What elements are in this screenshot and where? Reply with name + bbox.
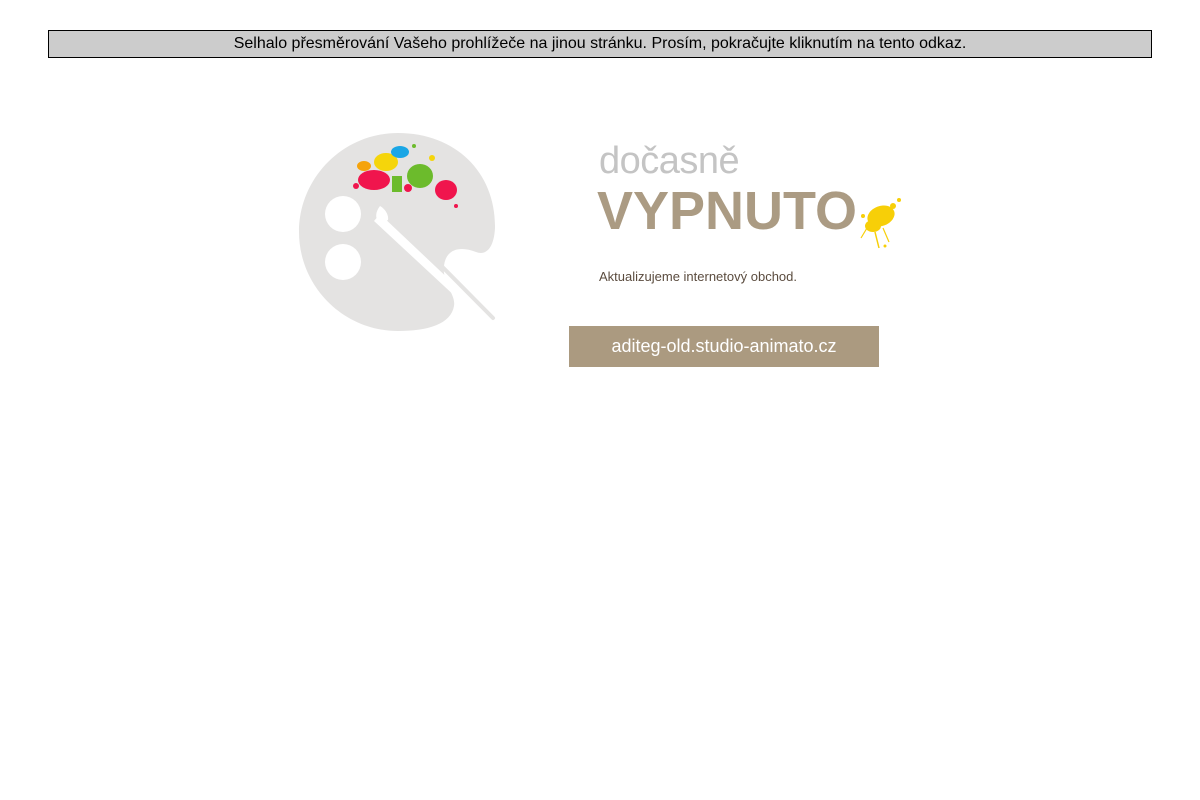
paint-splash-icon <box>860 198 901 249</box>
maintenance-description: Aktualizujeme internetový obchod. <box>599 269 798 284</box>
redirect-notice-link[interactable]: Selhalo přesměrování Vašeho prohlížeče n… <box>48 30 1152 58</box>
site-url-link[interactable]: aditeg-old.studio-animato.cz <box>569 326 879 367</box>
paint-palette-icon <box>299 133 496 331</box>
title-disabled: VYPNUTO <box>597 181 858 241</box>
title-temporarily: dočasně <box>599 140 740 182</box>
